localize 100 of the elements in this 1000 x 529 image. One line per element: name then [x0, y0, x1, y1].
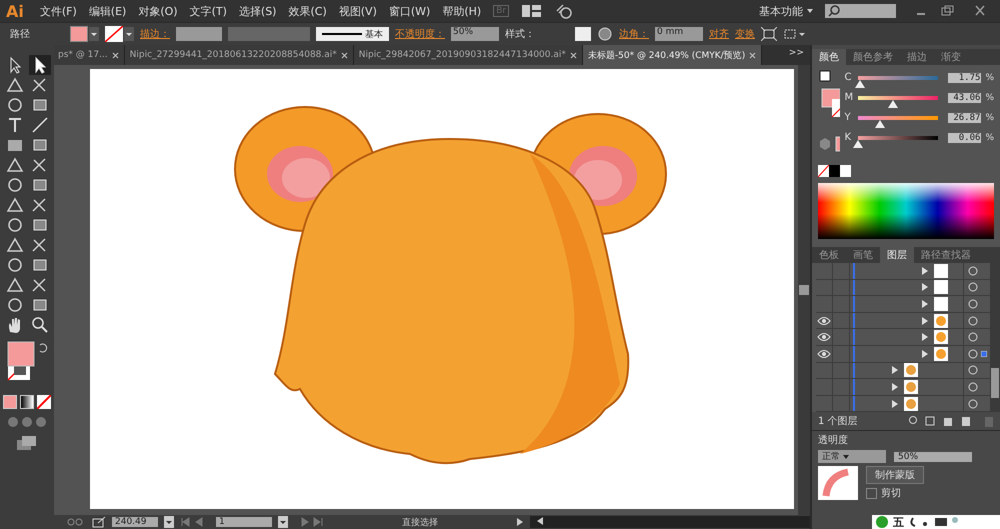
target-icon[interactable] — [968, 266, 978, 276]
document-tab[interactable]: Nipic_29842067_20190903182447134000.ai* — [354, 45, 583, 65]
menu-item[interactable]: 选择(S) — [238, 4, 276, 18]
zoom-field[interactable]: 240.49 — [112, 517, 158, 527]
horizontal-scrollbar[interactable] — [530, 516, 810, 528]
selection-indicator[interactable] — [981, 350, 987, 357]
menu-item[interactable]: 视图(V) — [338, 4, 377, 18]
layout-grid-icon[interactable] — [521, 4, 544, 18]
stroke-weight-field[interactable] — [176, 27, 222, 41]
clip-checkbox[interactable] — [866, 488, 877, 499]
caret-icon[interactable] — [124, 27, 134, 41]
eye-icon[interactable] — [817, 332, 831, 342]
color-spectrum[interactable] — [818, 183, 994, 239]
eye-icon[interactable] — [817, 348, 831, 359]
layer-row[interactable] — [816, 346, 990, 363]
fill-swatch[interactable] — [70, 26, 88, 42]
target-icon[interactable] — [968, 332, 978, 342]
opacity-field[interactable]: 50% — [451, 27, 499, 41]
none-mode-button[interactable] — [37, 395, 51, 409]
recolor-icon[interactable] — [597, 26, 613, 42]
caret-icon[interactable] — [278, 516, 288, 528]
scroll-left-icon[interactable] — [536, 516, 544, 526]
target-icon[interactable] — [968, 316, 978, 326]
make-mask-button[interactable]: 制作蒙版 — [866, 466, 924, 484]
screen-mode-icon[interactable] — [16, 435, 38, 451]
ime-mode[interactable]: 五 — [893, 514, 904, 529]
close-icon[interactable] — [749, 52, 756, 58]
scrollbar-thumb[interactable] — [799, 285, 809, 295]
no-stroke-swatch[interactable] — [105, 26, 123, 42]
stroke-link[interactable]: 描边： — [140, 27, 170, 41]
direct-selection-tool-icon[interactable] — [28, 55, 50, 75]
stroke-profile-dropdown[interactable]: 基本 — [316, 27, 389, 41]
layer-row[interactable] — [816, 280, 990, 296]
panel-tab[interactable]: 色板 — [812, 247, 846, 263]
panel-tab[interactable]: 颜色 — [812, 49, 846, 65]
app-logo[interactable]: Ai — [6, 2, 24, 20]
menu-item[interactable]: 窗口(W) — [388, 4, 430, 18]
menu-item[interactable]: 效果(C) — [288, 4, 327, 18]
channel-value-field[interactable]: 1.75 — [948, 72, 982, 82]
color-mode-button[interactable] — [3, 395, 17, 409]
target-icon[interactable] — [968, 298, 978, 309]
play-icon[interactable] — [516, 517, 524, 527]
opacity-field[interactable]: 50% — [894, 452, 972, 462]
panel-tab[interactable]: 描边 — [900, 49, 934, 65]
menu-item[interactable]: 帮助(H) — [442, 4, 482, 18]
blend-mode-dropdown[interactable]: 正常 — [818, 450, 886, 464]
target-icon[interactable] — [968, 382, 978, 392]
ime-tool-icons[interactable] — [909, 516, 959, 528]
ime-logo — [876, 516, 888, 528]
menu-item[interactable]: 文字(T) — [190, 4, 227, 18]
scrollbar-thumb[interactable] — [991, 368, 999, 398]
isolation-mode-icon[interactable] — [783, 27, 805, 41]
panel-tab[interactable]: 画笔 — [846, 247, 880, 263]
export-icon[interactable] — [92, 516, 106, 528]
layer-row[interactable] — [816, 362, 990, 380]
layer-row[interactable] — [816, 312, 990, 330]
menu-item[interactable]: 文件(F) — [40, 4, 77, 18]
align-link[interactable]: 对齐 — [709, 27, 729, 41]
transform-link[interactable]: 变换 — [735, 27, 755, 41]
target-icon[interactable] — [968, 348, 978, 359]
menu-item[interactable]: 编辑(E) — [88, 4, 126, 18]
channel-value-field[interactable]: 0.06 — [948, 132, 982, 142]
close-icon[interactable] — [112, 52, 119, 58]
menu-item[interactable]: 对象(O) — [138, 4, 178, 18]
channel-value-field[interactable]: 43.06 — [948, 92, 982, 102]
channel-value-field[interactable]: 26.87 — [948, 112, 982, 122]
slider-thumb[interactable] — [854, 80, 865, 88]
draw-mode-icon[interactable] — [5, 415, 49, 429]
search-field[interactable] — [825, 4, 896, 18]
close-icon[interactable] — [340, 52, 348, 58]
quick-swatches[interactable] — [818, 165, 852, 177]
gradient-mode-button[interactable] — [20, 395, 34, 409]
tabs-overflow-button[interactable]: >> — [782, 45, 810, 65]
opacity-link[interactable]: 不透明度： — [395, 27, 445, 41]
eye-icon[interactable] — [817, 316, 831, 326]
target-icon[interactable] — [968, 282, 978, 292]
artboard-field[interactable]: 1 — [216, 517, 272, 527]
panel-tab[interactable]: 颜色参考 — [846, 49, 900, 65]
style-swatch[interactable] — [575, 27, 591, 41]
isolate-icon[interactable] — [761, 27, 777, 41]
corner-field[interactable]: 0 mm — [655, 27, 703, 41]
workspace-switcher[interactable]: 基本功能 — [759, 4, 813, 18]
panel-tab[interactable]: 图层 — [880, 247, 914, 263]
panel-tab[interactable]: 路径查找器 — [914, 247, 978, 263]
layer-row[interactable] — [816, 296, 990, 313]
slider-thumb[interactable] — [853, 140, 864, 148]
panel-tab[interactable]: 渐变 — [934, 49, 968, 65]
layer-row[interactable] — [816, 329, 990, 346]
layer-row[interactable] — [816, 379, 990, 396]
target-icon[interactable] — [968, 365, 978, 376]
document-tab[interactable]: ps* @ 17... — [54, 45, 125, 65]
document-tab[interactable]: 未标题-50* @ 240.49% (CMYK/预览) — [582, 45, 762, 65]
caret-icon[interactable] — [164, 516, 174, 528]
sync-icon[interactable] — [555, 3, 574, 19]
caret-icon[interactable] — [89, 27, 99, 41]
target-icon[interactable] — [968, 398, 978, 409]
close-icon[interactable] — [570, 52, 577, 58]
corner-link[interactable]: 边角： — [619, 27, 649, 41]
document-tab[interactable]: Nipic_27299441_20180613220208854088.ai* — [124, 45, 354, 65]
layer-row[interactable] — [816, 263, 990, 280]
